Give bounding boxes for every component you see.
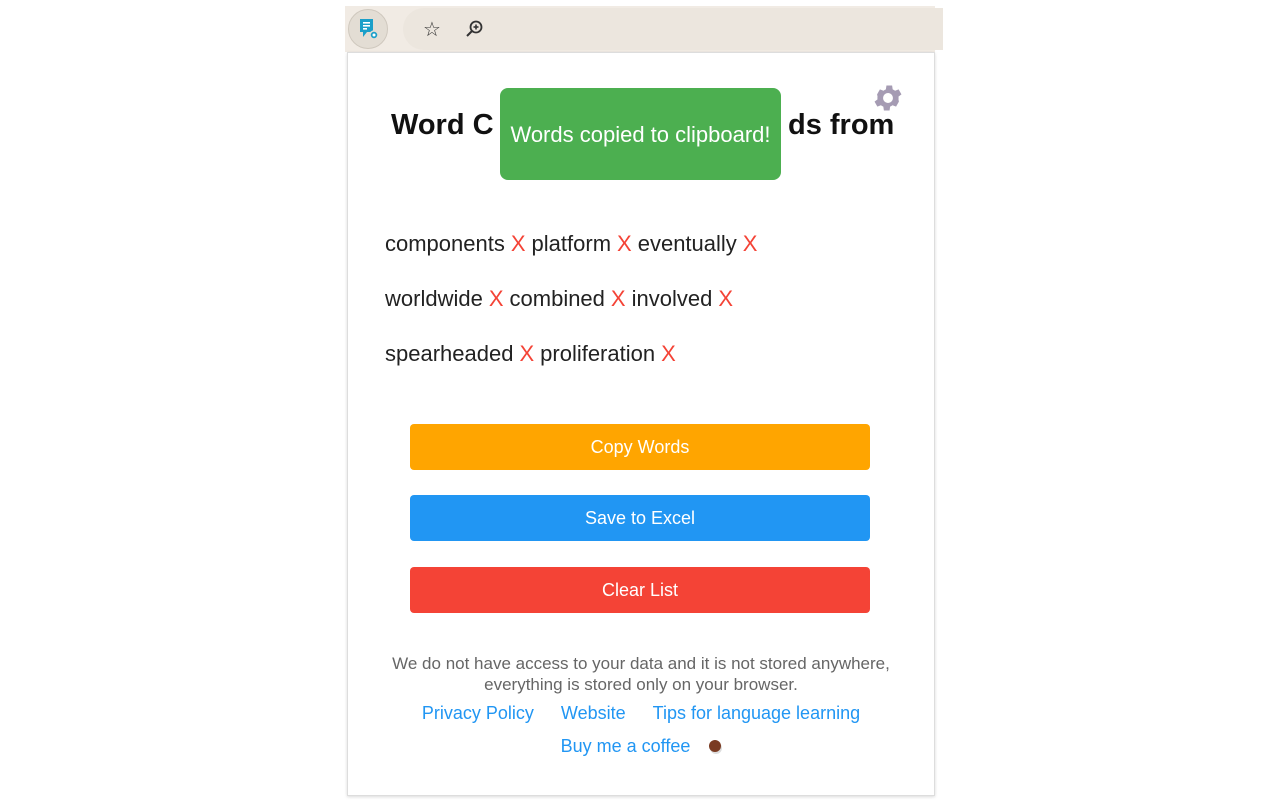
word-item: spearheaded bbox=[385, 341, 514, 366]
notes-gear-icon bbox=[360, 19, 379, 40]
word-item: platform bbox=[531, 231, 612, 256]
remove-word-button[interactable]: X bbox=[611, 286, 626, 311]
word-item: proliferation bbox=[540, 341, 656, 366]
coffee-row: Buy me a coffee bbox=[348, 736, 934, 757]
clear-list-button[interactable]: Clear List bbox=[410, 567, 870, 613]
privacy-policy-link[interactable]: Privacy Policy bbox=[422, 703, 534, 723]
browser-toolbar: ☆ bbox=[345, 6, 943, 52]
word-item: involved bbox=[631, 286, 713, 311]
footer-links: Privacy Policy Website Tips for language… bbox=[348, 703, 934, 724]
remove-word-button[interactable]: X bbox=[661, 341, 676, 366]
copy-words-button[interactable]: Copy Words bbox=[410, 424, 870, 470]
remove-word-button[interactable]: X bbox=[718, 286, 733, 311]
word-row: components Xplatform Xeventually X bbox=[385, 229, 905, 284]
word-item: components bbox=[385, 231, 505, 256]
word-item: worldwide bbox=[385, 286, 483, 311]
zoom-in-icon[interactable] bbox=[463, 18, 485, 40]
extension-popup: Word C ds from Words copied to clipboard… bbox=[347, 52, 935, 796]
remove-word-button[interactable]: X bbox=[617, 231, 632, 256]
privacy-note: We do not have access to your data and i… bbox=[392, 654, 890, 694]
remove-word-button[interactable]: X bbox=[743, 231, 758, 256]
extension-button[interactable] bbox=[348, 9, 388, 49]
word-row: spearheaded Xproliferation X bbox=[385, 339, 905, 394]
tips-link[interactable]: Tips for language learning bbox=[653, 703, 860, 723]
remove-word-button[interactable]: X bbox=[511, 231, 526, 256]
remove-word-button[interactable]: X bbox=[519, 341, 534, 366]
buy-coffee-link[interactable]: Buy me a coffee bbox=[561, 736, 691, 756]
remove-word-button[interactable]: X bbox=[489, 286, 504, 311]
popup-title-end: ds from bbox=[788, 109, 895, 141]
word-list: components Xplatform Xeventually Xworldwide… bbox=[385, 229, 905, 394]
toast-notification: Words copied to clipboard! bbox=[500, 88, 781, 180]
star-icon[interactable]: ☆ bbox=[421, 18, 443, 41]
word-item: eventually bbox=[637, 231, 737, 256]
word-item: combined bbox=[509, 286, 605, 311]
word-row: worldwide Xcombined Xinvolved X bbox=[385, 284, 905, 339]
website-link[interactable]: Website bbox=[561, 703, 626, 723]
popup-title-start: Word C bbox=[391, 109, 494, 141]
save-to-excel-button[interactable]: Save to Excel bbox=[410, 495, 870, 541]
coffee-icon bbox=[709, 740, 722, 752]
